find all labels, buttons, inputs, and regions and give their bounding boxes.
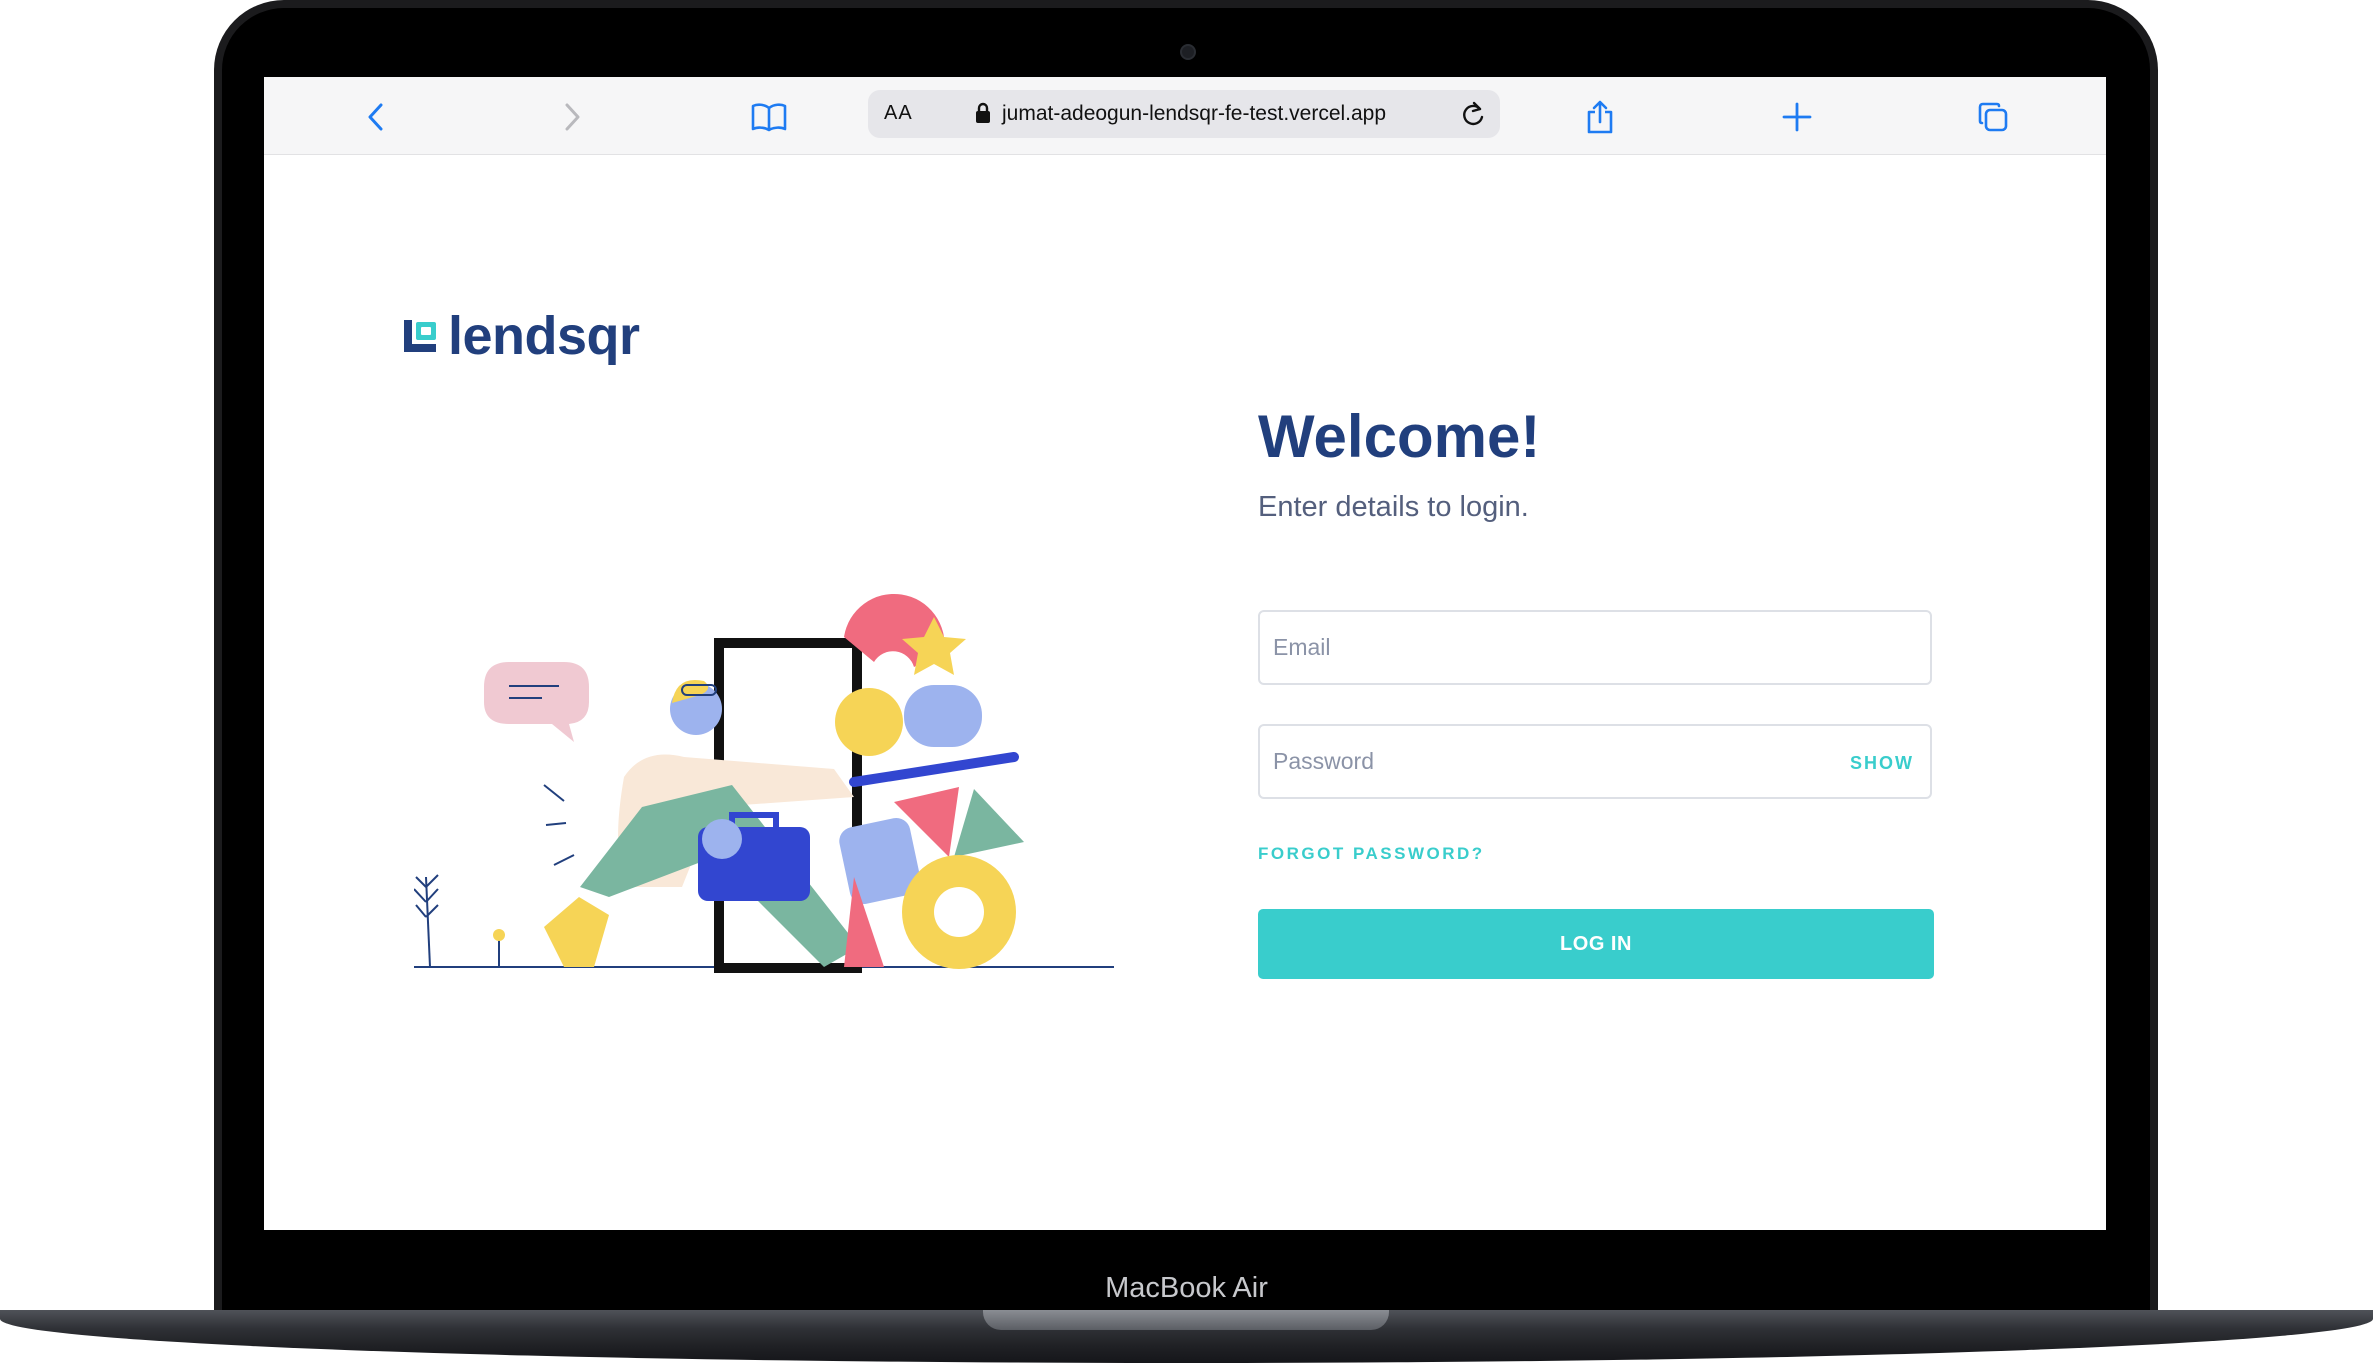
lendsqr-logo-icon bbox=[404, 320, 436, 352]
page-title: Welcome! bbox=[1258, 403, 1541, 470]
back-icon bbox=[368, 103, 383, 131]
shapes-illustration bbox=[835, 593, 1024, 969]
password-field[interactable] bbox=[1260, 726, 1930, 797]
share-button[interactable] bbox=[1580, 97, 1620, 137]
camera-icon bbox=[1180, 44, 1196, 60]
forgot-password-link[interactable]: FORGOT PASSWORD? bbox=[1258, 844, 1485, 864]
email-field-box bbox=[1258, 610, 1932, 685]
url-text: jumat-adeogun-lendsqr-fe-test.vercel.app bbox=[1002, 102, 1387, 125]
screen: AA jumat-adeogun-lendsqr-fe-test.vercel.… bbox=[264, 77, 2106, 1230]
page-subtitle: Enter details to login. bbox=[1258, 491, 1529, 523]
person-illustration bbox=[544, 679, 859, 967]
tabs-button[interactable] bbox=[1973, 97, 2013, 137]
text-size-button[interactable]: AA bbox=[884, 102, 913, 125]
new-tab-button[interactable] bbox=[1777, 97, 1817, 137]
browser-toolbar: AA jumat-adeogun-lendsqr-fe-test.vercel.… bbox=[264, 77, 2106, 155]
address-bar[interactable]: AA jumat-adeogun-lendsqr-fe-test.vercel.… bbox=[868, 90, 1500, 138]
device-label: MacBook Air bbox=[1105, 1272, 1268, 1304]
lock-icon bbox=[976, 102, 990, 123]
logo-text: lendsqr bbox=[448, 306, 640, 366]
show-password-button[interactable]: SHOW bbox=[1850, 753, 1914, 774]
login-button[interactable]: LOG IN bbox=[1258, 909, 1934, 979]
bookmarks-button[interactable] bbox=[749, 97, 789, 137]
brand-logo: lendsqr bbox=[402, 305, 640, 367]
email-field[interactable] bbox=[1260, 612, 1930, 683]
plant-icon bbox=[414, 874, 500, 968]
new-tab-icon bbox=[1782, 102, 1812, 132]
laptop-notch bbox=[983, 1310, 1389, 1330]
share-icon bbox=[1587, 100, 1613, 134]
forward-icon bbox=[565, 103, 580, 131]
login-illustration bbox=[414, 593, 1114, 973]
forward-button[interactable] bbox=[552, 97, 592, 137]
tabs-icon bbox=[1978, 102, 2008, 132]
password-field-box: SHOW bbox=[1258, 724, 1932, 799]
reload-icon[interactable] bbox=[1460, 100, 1486, 128]
speech-bubble-icon bbox=[484, 662, 589, 742]
back-button[interactable] bbox=[356, 97, 396, 137]
bookmarks-icon bbox=[751, 103, 787, 132]
